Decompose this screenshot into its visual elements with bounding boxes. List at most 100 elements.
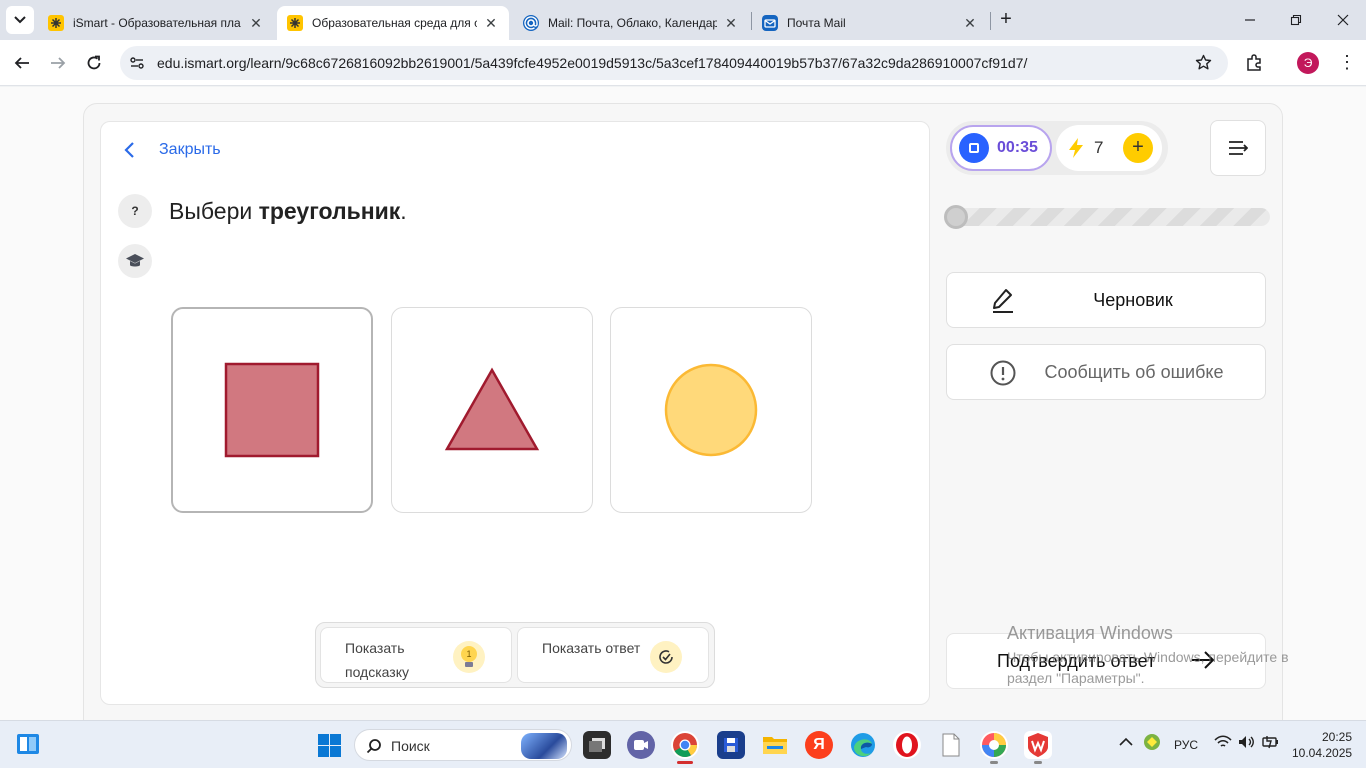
- triangle-shape: [444, 367, 540, 451]
- task-view-icon[interactable]: [583, 731, 611, 759]
- add-energy-button[interactable]: +: [1123, 133, 1153, 163]
- progress-knob: [944, 205, 968, 229]
- mail-envelope-favicon-icon: [762, 15, 778, 31]
- chrome-icon[interactable]: [671, 731, 699, 759]
- chrome-active-indicator: [677, 761, 693, 764]
- address-bar[interactable]: edu.ismart.org/learn/9c68c6726816092bb26…: [120, 46, 1228, 80]
- report-error-button[interactable]: Сообщить об ошибке: [946, 344, 1266, 400]
- more-vertical-icon[interactable]: ⋮: [1338, 53, 1356, 71]
- chevron-down-icon: [14, 16, 26, 24]
- tab-close-icon[interactable]: ✕: [483, 15, 499, 31]
- task-prefix: Выбери: [169, 198, 259, 224]
- blank-document-icon[interactable]: [937, 731, 965, 759]
- arrow-right-icon: [51, 57, 66, 69]
- bookmark-star-icon[interactable]: [1195, 54, 1212, 76]
- yandex-browser-icon[interactable]: Я: [805, 731, 833, 759]
- task-card: Закрыть ? Выбери треугольник. Показать п…: [100, 121, 930, 705]
- profile-avatar[interactable]: Э: [1297, 52, 1319, 74]
- tab-title: Образовательная среда для с: [312, 16, 477, 30]
- option-square[interactable]: [171, 307, 373, 513]
- volume-icon[interactable]: [1238, 735, 1256, 752]
- tab-title: Mail: Почта, Облако, Календар: [548, 16, 717, 30]
- new-tab-button[interactable]: +: [996, 9, 1016, 30]
- answer-label: Показать ответ: [542, 640, 641, 656]
- close-icon: [1337, 14, 1349, 26]
- file-explorer-icon[interactable]: [761, 731, 789, 759]
- show-answer-button[interactable]: Показать ответ: [517, 627, 709, 683]
- close-window-button[interactable]: [1331, 8, 1355, 32]
- search-highlight-image: [521, 733, 567, 759]
- wps-running-indicator: [1034, 761, 1042, 764]
- tab-title: iSmart - Образовательная пла: [73, 16, 241, 30]
- tray-app-icon[interactable]: [1143, 733, 1161, 754]
- system-clock[interactable]: 20:25 10.04.2025: [1292, 729, 1352, 761]
- restore-button[interactable]: [1284, 8, 1308, 32]
- stop-icon: [959, 133, 989, 163]
- windows-start-icon[interactable]: [318, 734, 341, 762]
- wifi-icon[interactable]: [1214, 735, 1232, 752]
- teams-chat-icon[interactable]: [627, 731, 655, 759]
- energy-value: 7: [1094, 138, 1104, 157]
- tab-ismart[interactable]: iSmart - Образовательная пла ✕: [38, 6, 274, 40]
- menu-icon: [1229, 141, 1248, 155]
- site-settings-icon[interactable]: [129, 55, 145, 76]
- tab-learning-env[interactable]: Образовательная среда для с ✕: [277, 6, 509, 40]
- draft-button[interactable]: Черновик: [946, 272, 1266, 328]
- tab-close-icon[interactable]: ✕: [962, 15, 978, 31]
- page-content: Закрыть ? Выбери треугольник. Показать п…: [0, 87, 1366, 743]
- task-suffix: .: [400, 198, 407, 224]
- tab-close-icon[interactable]: ✕: [248, 15, 264, 31]
- menu-button[interactable]: [1210, 120, 1266, 176]
- progress-bar: [944, 205, 1270, 229]
- tab-search-button[interactable]: [6, 6, 34, 34]
- hint-label: Показать подсказку: [345, 640, 409, 680]
- clock-date: 10.04.2025: [1292, 746, 1353, 760]
- tab-mail-cloud[interactable]: Mail: Почта, Облако, Календар ✕: [513, 6, 749, 40]
- option-triangle[interactable]: [391, 307, 593, 513]
- tab-close-icon[interactable]: ✕: [723, 15, 739, 31]
- arrow-right-icon: [1192, 651, 1215, 669]
- battery-icon[interactable]: [1262, 735, 1280, 752]
- check-circle-icon: [650, 641, 682, 673]
- task-text: Выбери треугольник.: [169, 198, 407, 225]
- restore-icon: [1290, 14, 1302, 26]
- draft-label: Черновик: [1093, 289, 1173, 310]
- save-disk-icon[interactable]: [717, 731, 745, 759]
- mail-at-favicon-icon: [523, 15, 539, 31]
- extensions-puzzle-icon[interactable]: [1245, 53, 1264, 77]
- chevron-up-icon[interactable]: [1119, 734, 1133, 750]
- option-circle[interactable]: [610, 307, 812, 513]
- report-label: Сообщить об ошибке: [1044, 361, 1224, 382]
- theory-button[interactable]: [118, 244, 152, 278]
- wps-office-icon[interactable]: [1024, 731, 1052, 759]
- submit-label: Подтвердить ответ: [997, 651, 1156, 671]
- minimize-icon: [1245, 19, 1255, 21]
- circle-shape: [664, 363, 758, 457]
- show-hint-button[interactable]: Показать подсказку 1: [320, 627, 512, 683]
- reload-button[interactable]: [81, 50, 107, 76]
- minimize-button[interactable]: [1238, 8, 1262, 32]
- close-lesson-link[interactable]: Закрыть: [121, 140, 221, 160]
- help-button[interactable]: ?: [118, 194, 152, 228]
- forward-button[interactable]: [45, 50, 71, 76]
- back-button[interactable]: [9, 50, 35, 76]
- task-keyword: треугольник: [258, 198, 401, 224]
- widgets-icon[interactable]: [16, 733, 40, 760]
- language-indicator[interactable]: РУС: [1174, 738, 1198, 752]
- search-label: Поиск: [391, 738, 430, 754]
- timer[interactable]: 00:35: [950, 125, 1052, 171]
- close-label: Закрыть: [159, 141, 221, 158]
- lightning-icon: [1069, 138, 1083, 158]
- tab-pochta-mail[interactable]: Почта Mail ✕: [752, 6, 988, 40]
- url-text[interactable]: edu.ismart.org/learn/9c68c6726816092bb26…: [157, 55, 1027, 71]
- taskbar-search[interactable]: Поиск: [354, 729, 572, 761]
- submit-answer-button[interactable]: Подтвердить ответ: [946, 633, 1266, 689]
- browser-toolbar: edu.ismart.org/learn/9c68c6726816092bb26…: [0, 40, 1366, 86]
- chevron-left-icon: [124, 142, 134, 158]
- lightbulb-icon: 1: [453, 641, 485, 673]
- browser-running-indicator: [990, 761, 998, 764]
- helper-buttons: Показать подсказку 1 Показать ответ: [315, 622, 715, 688]
- edge-icon[interactable]: [849, 731, 877, 759]
- opera-icon[interactable]: [893, 731, 921, 759]
- colorful-browser-icon[interactable]: [980, 731, 1008, 759]
